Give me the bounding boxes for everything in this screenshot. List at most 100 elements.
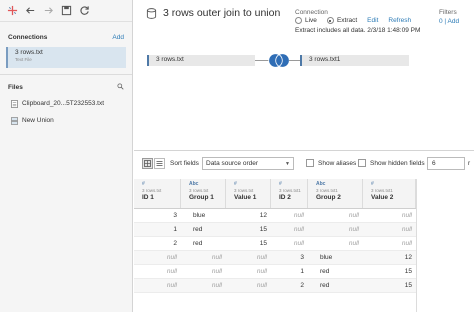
filters-add-link[interactable]: 0 | Add	[439, 18, 459, 25]
toolbar	[0, 0, 132, 22]
left-table[interactable]: 3 rows.txt	[147, 55, 255, 66]
show-hidden-checkbox[interactable]: Show hidden fields	[358, 159, 425, 167]
refresh-link[interactable]: Refresh	[388, 17, 411, 24]
search-icon[interactable]	[117, 82, 124, 92]
checkbox-box[interactable]	[358, 159, 366, 167]
tableau-logo-icon[interactable]	[5, 3, 20, 18]
rows-suffix: r	[468, 160, 471, 167]
forward-arrow-icon[interactable]	[41, 3, 56, 18]
table-cell: null	[256, 254, 267, 261]
table-cell: null	[211, 254, 222, 261]
connection-type-radios: Live Extract Edit Refresh	[295, 17, 421, 24]
column-header[interactable]: Abc 3 rows.txt1 Group 2	[308, 179, 363, 208]
connection-type: Text File	[15, 57, 32, 62]
number-type-icon[interactable]: #	[371, 181, 415, 188]
table-cell: blue	[320, 254, 333, 261]
file-item[interactable]: New Union	[0, 113, 132, 128]
add-connection-link[interactable]: Add	[112, 34, 124, 41]
table-cell: null	[166, 282, 177, 289]
column-name: ID 2	[279, 194, 291, 201]
checkbox-box[interactable]	[306, 159, 314, 167]
chevron-down-icon: ▼	[285, 161, 290, 167]
table-row: 3 blue 12 null null null	[134, 209, 416, 223]
table-cell: 15	[259, 240, 267, 247]
extract-label[interactable]: Extract	[337, 17, 357, 24]
refresh-icon[interactable]	[77, 3, 92, 18]
table-cell: null	[211, 282, 222, 289]
full-outer-join-icon[interactable]	[267, 53, 291, 68]
connection-name: 3 rows.txt	[15, 49, 43, 56]
list-view-button[interactable]	[154, 158, 165, 169]
table-cell: 15	[259, 226, 267, 233]
page-title[interactable]: 3 rows outer join to union	[163, 7, 280, 19]
table-cell: null	[348, 212, 359, 219]
edit-link[interactable]: Edit	[367, 17, 378, 24]
column-name: Value 2	[371, 194, 394, 201]
column-name: ID 1	[142, 194, 154, 201]
table-cell: null	[348, 226, 359, 233]
column-header[interactable]: # 3 rows.txt Value 1	[226, 179, 271, 208]
table-cell: null	[348, 240, 359, 247]
pane-divider[interactable]	[134, 150, 474, 151]
divider	[0, 74, 132, 75]
sort-fields-value: Data source order	[206, 160, 259, 167]
grid-header: # 3 rows.txt ID 1 Abc 3 rows.txt Group 1…	[134, 179, 416, 209]
join-line-right	[289, 60, 300, 61]
table-cell: red	[320, 282, 330, 289]
rows-input[interactable]: 6	[427, 157, 465, 170]
show-aliases-label: Show aliases	[318, 159, 357, 167]
grid-toolbar: Sort fields Data source order ▼ Show ali…	[134, 157, 474, 171]
back-arrow-icon[interactable]	[23, 3, 38, 18]
column-header[interactable]: # 3 rows.txt1 Value 2	[363, 179, 416, 208]
files-title: Files	[8, 83, 23, 91]
number-type-icon[interactable]: #	[279, 181, 307, 188]
column-header[interactable]: # 3 rows.txt1 ID 2	[271, 179, 308, 208]
table-cell: null	[293, 226, 304, 233]
grid-right-border	[416, 179, 417, 312]
sort-fields-select[interactable]: Data source order ▼	[202, 157, 294, 170]
column-header[interactable]: # 3 rows.txt ID 1	[134, 179, 181, 208]
table-cell: 1	[300, 268, 304, 275]
live-radio[interactable]	[295, 17, 302, 24]
column-header[interactable]: Abc 3 rows.txt Group 1	[181, 179, 226, 208]
string-type-icon[interactable]: Abc	[189, 181, 225, 188]
table-cell: 2	[173, 240, 177, 247]
live-label[interactable]: Live	[305, 17, 317, 24]
table-cell: 12	[404, 254, 412, 261]
union-icon	[11, 116, 18, 125]
files-header: Files	[0, 80, 132, 94]
table-cell: null	[401, 240, 412, 247]
connection-item[interactable]: 3 rows.txt Text File	[6, 47, 126, 68]
table-cell: 2	[300, 282, 304, 289]
show-aliases-checkbox[interactable]: Show aliases	[306, 159, 356, 167]
number-type-icon[interactable]: #	[234, 181, 270, 188]
text-file-icon	[11, 99, 18, 108]
table-row: null null null 2 red 15	[134, 279, 416, 293]
table-cell: null	[256, 282, 267, 289]
extract-radio[interactable]	[326, 17, 334, 24]
table-row: 1 red 15 null null null	[134, 223, 416, 237]
save-icon[interactable]	[59, 3, 74, 18]
table-cell: null	[211, 268, 222, 275]
file-item[interactable]: Clipboard_20...5T232553.txt	[0, 96, 132, 111]
show-hidden-label: Show hidden fields	[370, 159, 425, 167]
connections-title: Connections	[8, 33, 48, 41]
grid-icon	[144, 160, 151, 167]
grid-view-button[interactable]	[142, 158, 153, 169]
column-name: Group 2	[316, 194, 341, 201]
table-row: 2 red 15 null null null	[134, 237, 416, 251]
table-cell: null	[293, 240, 304, 247]
number-type-icon[interactable]: #	[142, 181, 180, 188]
table-cell: red	[320, 268, 330, 275]
data-source-page: Connections Add 3 rows.txt Text File Fil…	[0, 0, 474, 312]
right-table[interactable]: 3 rows.txt1	[300, 55, 409, 66]
table-cell: blue	[193, 212, 206, 219]
filters-label: Filters	[439, 9, 457, 16]
table-cell: null	[293, 212, 304, 219]
extract-note: Extract includes all data. 2/3/18 1:48:0…	[295, 27, 421, 34]
column-name: Value 1	[234, 194, 257, 201]
table-cell: null	[401, 212, 412, 219]
table-cell: red	[193, 226, 203, 233]
string-type-icon[interactable]: Abc	[316, 181, 362, 188]
table-cell: null	[166, 268, 177, 275]
